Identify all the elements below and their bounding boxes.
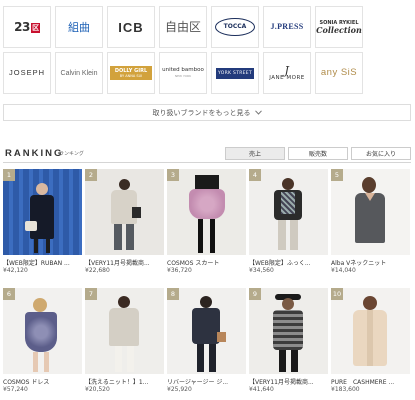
tab-sales-count[interactable]: 販売数 [288, 147, 348, 160]
brand-any-sis[interactable]: any SiS [315, 52, 363, 94]
product-price: ¥57,240 [3, 386, 28, 393]
any-sis-logo: any SiS [320, 67, 358, 79]
calvin-klein-logo: Calvin Klein [60, 69, 98, 77]
brand-jane-more[interactable]: J JANE MORE [263, 52, 311, 94]
rank-badge: 9 [249, 288, 261, 300]
product-name[interactable]: 【洗えるニット！】1... [85, 377, 164, 385]
brand-kumikyoku[interactable]: 組曲 [55, 6, 103, 48]
rank-badge: 7 [85, 288, 97, 300]
product-image[interactable]: 9 [249, 288, 328, 374]
brand-jiyuku[interactable]: 自由区 [159, 6, 207, 48]
jpress-logo: J.PRESS [270, 22, 304, 31]
product-image[interactable]: 2 [85, 169, 164, 255]
brand-23ku[interactable]: 23 区 [3, 6, 51, 48]
product-card[interactable]: 1 【WEB限定】RUBAN ... ¥42,120 [3, 169, 82, 274]
dolly-girl-logo: DOLLY GIRL BY ANNA SUI [110, 66, 152, 80]
brand-tocca[interactable]: TOCCA [211, 6, 259, 48]
brand-jpress[interactable]: J.PRESS [263, 6, 311, 48]
brand-grid: 23 区 組曲 ICB 自由区 TOCCA J.PRESS SONIA RYKIE… [3, 6, 410, 98]
brand-icb[interactable]: ICB [107, 6, 155, 48]
tab-sales[interactable]: 売上 [225, 147, 285, 160]
tab-favorites[interactable]: お気に入り [351, 147, 411, 160]
product-name[interactable]: COSMOS スカート [167, 258, 246, 266]
brand-row-2: JOSEPH Calvin Klein DOLLY GIRL BY ANNA S… [3, 52, 410, 94]
product-name[interactable]: リバージャージー ジ... [167, 377, 246, 385]
rank-badge: 10 [331, 288, 343, 300]
product-price: ¥14,040 [331, 267, 356, 274]
product-price: ¥42,120 [3, 267, 28, 274]
product-card[interactable]: 5 Alba Vネックニット ¥14,040 [331, 169, 410, 274]
product-card[interactable]: 10 PURE CASHMERE ... ¥183,600 [331, 288, 410, 393]
product-card[interactable]: 4 【WEB限定】ふっく... ¥34,560 [249, 169, 328, 274]
rank-badge: 4 [249, 169, 261, 181]
joseph-logo: JOSEPH [8, 68, 45, 78]
product-name[interactable]: Alba Vネックニット [331, 258, 410, 266]
more-brands-link[interactable]: 取り扱いブランドをもっと見る [3, 104, 411, 121]
product-price: ¥34,560 [249, 267, 274, 274]
brand-york-street[interactable]: YORK STREET [211, 52, 259, 94]
jiyuku-logo: 自由区 [164, 20, 201, 34]
product-card[interactable]: 3 COSMOS スカート ¥36,720 [167, 169, 246, 274]
product-price: ¥25,920 [167, 386, 192, 393]
product-row-2: 6 COSMOS ドレス ¥57,240 7 【洗えるニット！】1... ¥20… [3, 288, 410, 393]
product-image[interactable]: 5 [331, 169, 410, 255]
product-image[interactable]: 10 [331, 288, 410, 374]
product-card[interactable]: 2 【VERY11月号掲載商... ¥22,680 [85, 169, 164, 274]
rank-badge: 2 [85, 169, 97, 181]
icb-logo: ICB [118, 19, 144, 35]
product-image[interactable]: 1 [3, 169, 82, 255]
rank-badge: 5 [331, 169, 343, 181]
product-name[interactable]: PURE CASHMERE ... [331, 377, 410, 385]
product-name[interactable]: 【VERY11月号掲載商... [249, 377, 328, 385]
brand-sonia-rykiel[interactable]: SONIA RYKIEL Collection [315, 6, 363, 48]
ranking-divider [3, 162, 411, 163]
product-price: ¥183,600 [331, 386, 360, 393]
rank-badge: 6 [3, 288, 15, 300]
kumikyoku-logo: 組曲 [68, 20, 90, 34]
more-brands-label: 取り扱いブランドをもっと見る [152, 108, 251, 117]
brand-united-bamboo[interactable]: united bamboo NEW YORK [159, 52, 207, 94]
product-card[interactable]: 8 リバージャージー ジ... ¥25,920 [167, 288, 246, 393]
product-price: ¥22,680 [85, 267, 110, 274]
jane-more-logo: J JANE MORE [269, 63, 305, 81]
brand-row-1: 23 区 組曲 ICB 自由区 TOCCA J.PRESS SONIA RYKIE… [3, 6, 410, 48]
23ku-logo: 23 区 [14, 20, 40, 34]
product-image[interactable]: 7 [85, 288, 164, 374]
product-card[interactable]: 6 COSMOS ドレス ¥57,240 [3, 288, 82, 393]
product-name[interactable]: 【WEB限定】RUBAN ... [3, 258, 82, 266]
product-row-1: 1 【WEB限定】RUBAN ... ¥42,120 2 【VERY11月号掲載… [3, 169, 410, 274]
product-name[interactable]: COSMOS ドレス [3, 377, 82, 385]
sonia-rykiel-logo: SONIA RYKIEL Collection [316, 19, 362, 35]
product-card[interactable]: 9 【VERY11月号掲載商... ¥41,640 [249, 288, 328, 393]
product-image[interactable]: 3 [167, 169, 246, 255]
product-image[interactable]: 6 [3, 288, 82, 374]
product-price: ¥36,720 [167, 267, 192, 274]
product-name[interactable]: 【WEB限定】ふっく... [249, 258, 328, 266]
product-image[interactable]: 4 [249, 169, 328, 255]
brand-calvin-klein[interactable]: Calvin Klein [55, 52, 103, 94]
ranking-tabs: 売上 販売数 お気に入り [225, 147, 411, 160]
brand-joseph[interactable]: JOSEPH [3, 52, 51, 94]
rank-badge: 8 [167, 288, 179, 300]
product-price: ¥41,640 [249, 386, 274, 393]
ranking-subtitle: ランキング [59, 151, 84, 157]
ranking-header: RANKING ランキング 売上 販売数 お気に入り [3, 147, 411, 162]
tocca-logo: TOCCA [215, 18, 255, 36]
product-image[interactable]: 8 [167, 288, 246, 374]
united-bamboo-logo: united bamboo NEW YORK [162, 67, 204, 78]
rank-badge: 3 [167, 169, 179, 181]
ranking-title: RANKING [5, 148, 64, 159]
rank-badge: 1 [3, 169, 15, 181]
product-price: ¥20,520 [85, 386, 110, 393]
brand-dolly-girl[interactable]: DOLLY GIRL BY ANNA SUI [107, 52, 155, 94]
product-card[interactable]: 7 【洗えるニット！】1... ¥20,520 [85, 288, 164, 393]
product-name[interactable]: 【VERY11月号掲載商... [85, 258, 164, 266]
chevron-down-icon [254, 109, 262, 117]
york-street-logo: YORK STREET [215, 67, 255, 79]
